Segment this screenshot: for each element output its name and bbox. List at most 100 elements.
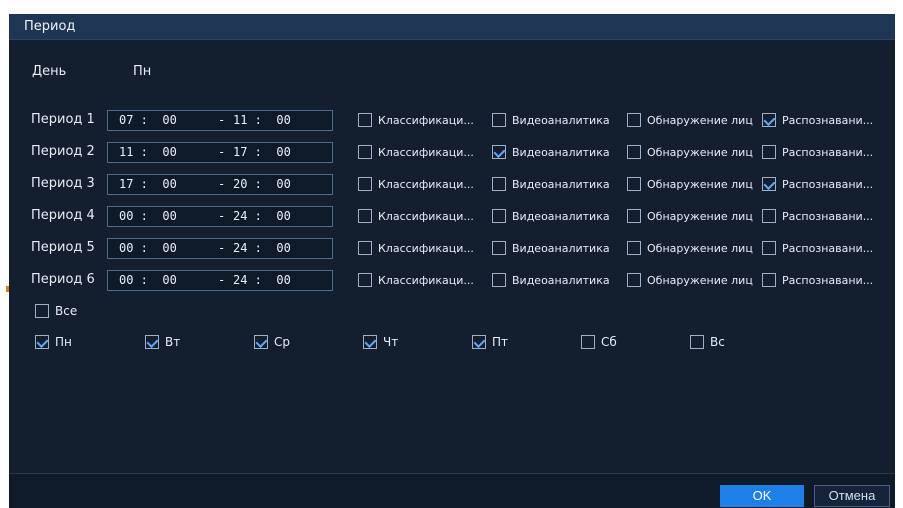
start-time[interactable]: 17 : 00 xyxy=(119,177,177,191)
classification-checkbox[interactable]: Классификаци... xyxy=(358,177,474,191)
end-time[interactable]: 24 : 00 xyxy=(233,273,291,287)
checkbox-icon[interactable] xyxy=(627,273,641,287)
ok-button[interactable]: OK xyxy=(720,485,804,507)
checkbox-checked-icon[interactable] xyxy=(363,335,377,349)
checkbox-icon[interactable] xyxy=(690,335,704,349)
weekday-monday-checkbox[interactable]: Пн xyxy=(35,335,72,349)
face-detection-checkbox[interactable]: Обнаружение лиц xyxy=(627,209,753,223)
checkbox-checked-icon[interactable] xyxy=(492,145,506,159)
start-time[interactable]: 00 : 00 xyxy=(119,241,177,255)
classification-label: Классификаци... xyxy=(378,177,474,191)
recognition-label: Распознавани... xyxy=(782,177,874,191)
face-detection-checkbox[interactable]: Обнаружение лиц xyxy=(627,145,753,159)
face-detection-label: Обнаружение лиц xyxy=(647,177,753,191)
video-analytics-label: Видеоаналитика xyxy=(512,241,610,255)
checkbox-icon[interactable] xyxy=(492,273,506,287)
checkbox-icon[interactable] xyxy=(627,241,641,255)
time-separator: - xyxy=(218,145,226,159)
classification-label: Классификаци... xyxy=(378,145,474,159)
time-range-input[interactable]: 00 : 00 -24 : 00 xyxy=(107,270,333,291)
checkbox-icon[interactable] xyxy=(358,177,372,191)
video-analytics-checkbox[interactable]: Видеоаналитика xyxy=(492,113,610,127)
end-time[interactable]: 24 : 00 xyxy=(233,209,291,223)
cancel-button[interactable]: Отмена xyxy=(814,485,890,507)
time-range-input[interactable]: 00 : 00 -24 : 00 xyxy=(107,238,333,259)
checkbox-checked-icon[interactable] xyxy=(472,335,486,349)
period-row-3: Период 3 17 : 00 -20 : 00 Классификаци... Ви… xyxy=(9,174,895,196)
end-time[interactable]: 11 : 00 xyxy=(233,113,291,127)
checkbox-icon[interactable] xyxy=(358,145,372,159)
checkbox-icon[interactable] xyxy=(762,209,776,223)
recognition-checkbox[interactable]: Распознавани... xyxy=(762,209,873,223)
video-analytics-checkbox[interactable]: Видеоаналитика xyxy=(492,209,610,223)
checkbox-icon[interactable] xyxy=(627,145,641,159)
video-analytics-checkbox[interactable]: Видеоаналитика xyxy=(492,241,610,255)
classification-checkbox[interactable]: Классификаци... xyxy=(358,273,474,287)
video-analytics-checkbox[interactable]: Видеоаналитика xyxy=(492,177,610,191)
checkbox-icon[interactable] xyxy=(581,335,595,349)
time-range-input[interactable]: 00 : 00 -24 : 00 xyxy=(107,206,333,227)
start-time[interactable]: 00 : 00 xyxy=(119,209,177,223)
checkbox-icon[interactable] xyxy=(492,177,506,191)
classification-checkbox[interactable]: Классификаци... xyxy=(358,113,474,127)
end-time[interactable]: 17 : 00 xyxy=(233,145,291,159)
checkbox-icon[interactable] xyxy=(492,209,506,223)
weekday-sunday-checkbox[interactable]: Вс xyxy=(690,335,725,349)
end-time[interactable]: 20 : 00 xyxy=(233,177,291,191)
weekday-wednesday-checkbox[interactable]: Ср xyxy=(254,335,290,349)
classification-checkbox[interactable]: Классификаци... xyxy=(358,209,474,223)
video-analytics-checkbox[interactable]: Видеоаналитика xyxy=(492,145,610,159)
select-all-label: Все xyxy=(55,304,78,318)
checkbox-icon[interactable] xyxy=(762,145,776,159)
time-range-input[interactable]: 11 : 00 -17 : 00 xyxy=(107,142,333,163)
period-row-5: Период 5 00 : 00 -24 : 00 Классификаци... Ви… xyxy=(9,238,895,260)
weekday-friday-checkbox[interactable]: Пт xyxy=(472,335,508,349)
checkbox-icon[interactable] xyxy=(358,241,372,255)
face-detection-checkbox[interactable]: Обнаружение лиц xyxy=(627,113,753,127)
recognition-checkbox[interactable]: Распознавани... xyxy=(762,241,873,255)
period-label: Период 4 xyxy=(31,208,95,223)
checkbox-icon[interactable] xyxy=(627,209,641,223)
checkbox-checked-icon[interactable] xyxy=(762,177,776,191)
time-range-input[interactable]: 17 : 00 -20 : 00 xyxy=(107,174,333,195)
checkbox-icon[interactable] xyxy=(762,241,776,255)
start-time[interactable]: 07 : 00 xyxy=(119,113,177,127)
checkbox-icon[interactable] xyxy=(358,273,372,287)
checkbox-checked-icon[interactable] xyxy=(762,113,776,127)
period-label: Период 5 xyxy=(31,240,95,255)
weekday-label: Пн xyxy=(55,335,72,349)
period-row-1: Период 1 07 : 00 -11 : 00 Классификаци... Ви… xyxy=(9,110,895,132)
video-analytics-checkbox[interactable]: Видеоаналитика xyxy=(492,273,610,287)
weekday-saturday-checkbox[interactable]: Сб xyxy=(581,335,617,349)
recognition-checkbox[interactable]: Распознавани... xyxy=(762,145,873,159)
checkbox-icon[interactable] xyxy=(35,304,49,318)
time-range-input[interactable]: 07 : 00 -11 : 00 xyxy=(107,110,333,131)
checkbox-icon[interactable] xyxy=(492,241,506,255)
face-detection-checkbox[interactable]: Обнаружение лиц xyxy=(627,273,753,287)
checkbox-icon[interactable] xyxy=(762,273,776,287)
weekday-tuesday-checkbox[interactable]: Вт xyxy=(145,335,180,349)
classification-checkbox[interactable]: Классификаци... xyxy=(358,145,474,159)
face-detection-checkbox[interactable]: Обнаружение лиц xyxy=(627,241,753,255)
checkbox-checked-icon[interactable] xyxy=(254,335,268,349)
recognition-checkbox[interactable]: Распознавани... xyxy=(762,273,873,287)
weekday-thursday-checkbox[interactable]: Чт xyxy=(363,335,398,349)
video-analytics-label: Видеоаналитика xyxy=(512,177,610,191)
checkbox-icon[interactable] xyxy=(358,113,372,127)
checkbox-icon[interactable] xyxy=(492,113,506,127)
weekday-label: Пт xyxy=(492,335,509,349)
checkbox-icon[interactable] xyxy=(627,177,641,191)
face-detection-checkbox[interactable]: Обнаружение лиц xyxy=(627,177,753,191)
start-time[interactable]: 00 : 00 xyxy=(119,273,177,287)
weekday-label: Вт xyxy=(165,335,181,349)
classification-checkbox[interactable]: Классификаци... xyxy=(358,241,474,255)
checkbox-icon[interactable] xyxy=(627,113,641,127)
checkbox-checked-icon[interactable] xyxy=(145,335,159,349)
recognition-checkbox[interactable]: Распознавани... xyxy=(762,177,873,191)
start-time[interactable]: 11 : 00 xyxy=(119,145,177,159)
recognition-checkbox[interactable]: Распознавани... xyxy=(762,113,873,127)
select-all-checkbox[interactable]: Все xyxy=(35,304,77,318)
checkbox-icon[interactable] xyxy=(358,209,372,223)
checkbox-checked-icon[interactable] xyxy=(35,335,49,349)
end-time[interactable]: 24 : 00 xyxy=(233,241,291,255)
